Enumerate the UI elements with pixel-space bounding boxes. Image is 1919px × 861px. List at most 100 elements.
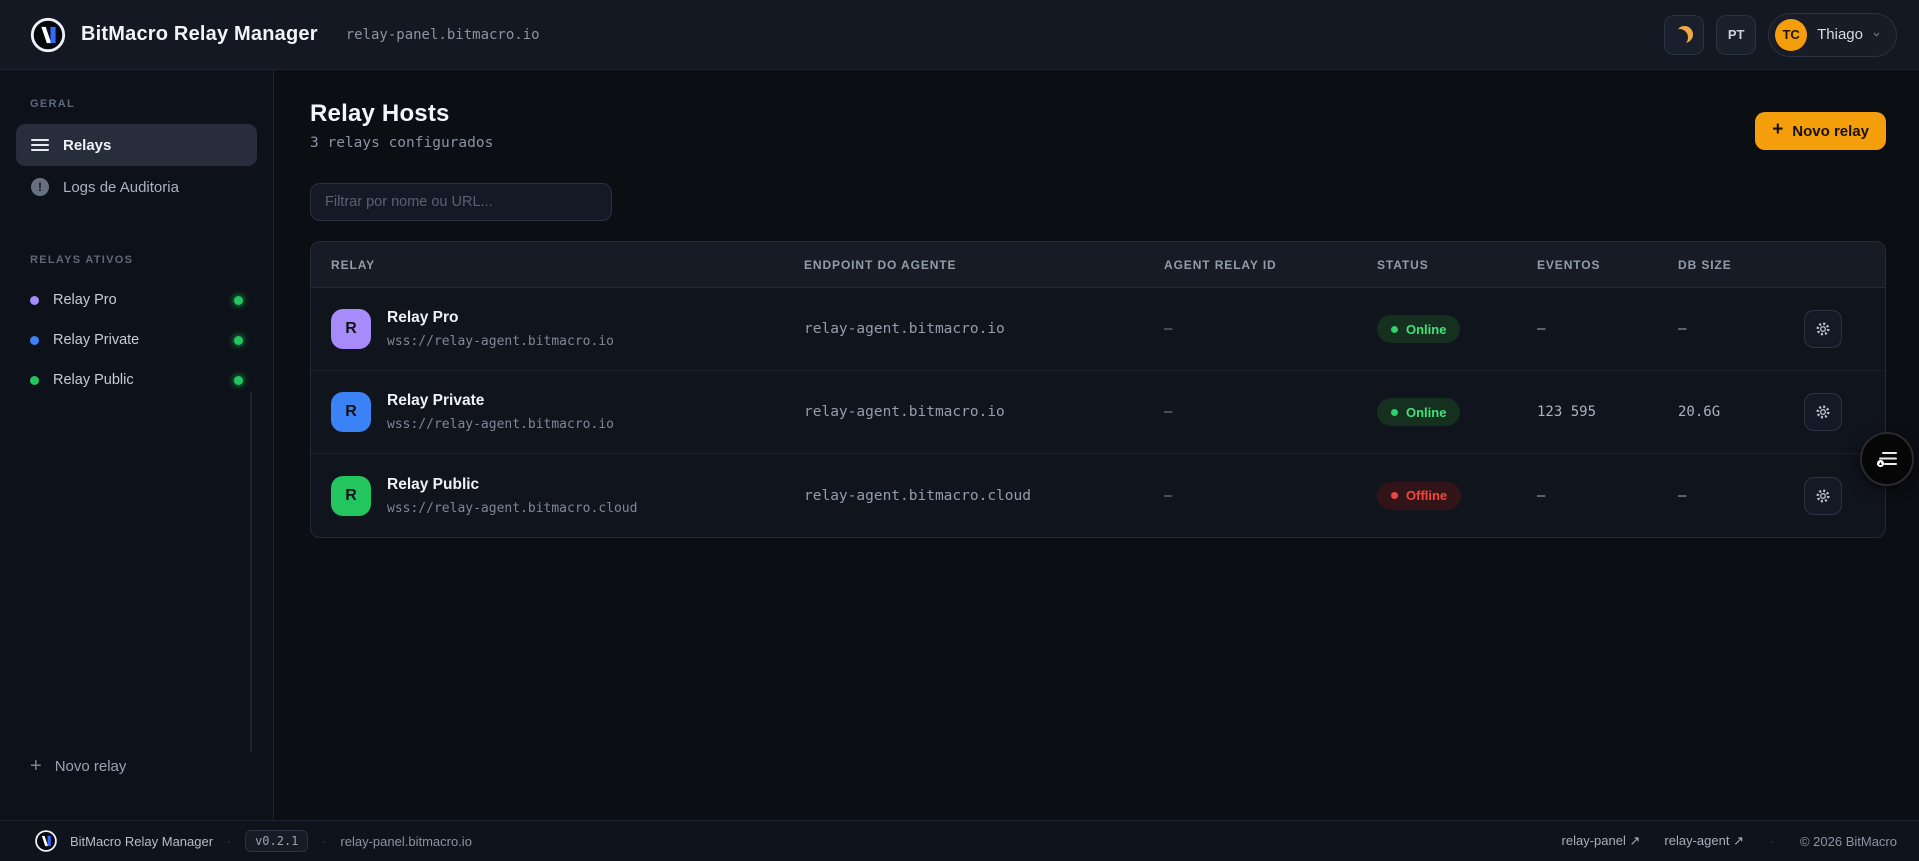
relay-endpoint: relay-agent.bitmacro.cloud — [804, 487, 1031, 504]
relay-status-dot-icon — [234, 335, 243, 345]
column-header-status: STATUS — [1377, 257, 1429, 272]
sidebar-new-relay-button[interactable]: + Novo relay — [0, 756, 273, 820]
agent-relay-id-value: – — [1164, 321, 1173, 337]
user-menu-button[interactable]: TC Thiago — [1768, 12, 1897, 57]
topbar-actions: PT TC Thiago — [1664, 12, 1897, 57]
new-relay-label: Novo relay — [54, 757, 127, 775]
table-row[interactable]: R Relay Public wss://relay-agent.bitmacr… — [311, 454, 1885, 537]
chevron-down-icon — [1873, 30, 1880, 36]
new-relay-button[interactable]: + Novo relay — [1755, 112, 1886, 150]
sidebar-relay-label: Relay Pro — [53, 292, 117, 308]
relay-name: Relay Public — [387, 475, 480, 493]
column-header-relay: RELAY — [331, 257, 376, 272]
floating-widget-button[interactable] — [1860, 432, 1914, 486]
footer-link-relay-agent[interactable]: relay-agent ↗ — [1664, 833, 1744, 849]
gear-icon — [1816, 405, 1830, 419]
new-relay-button-label: Novo relay — [1792, 122, 1869, 140]
sidebar-relay-item[interactable]: Relay Private — [0, 320, 273, 360]
sidebar-relay-item[interactable]: Relay Pro — [0, 280, 273, 320]
sidebar-scrollbar[interactable] — [250, 392, 252, 752]
footer-brand: BitMacro Relay Manager — [70, 833, 214, 849]
sidebar-section-general: GERAL — [30, 98, 75, 110]
table-body: R Relay Pro wss://relay-agent.bitmacro.i… — [311, 288, 1885, 537]
status-dot-icon — [1391, 325, 1398, 333]
relay-settings-button[interactable] — [1804, 310, 1842, 348]
eventos-value: – — [1537, 321, 1546, 337]
separator-dot: · — [1769, 834, 1774, 848]
avatar: TC — [1775, 18, 1808, 51]
relay-settings-button[interactable] — [1804, 476, 1842, 515]
footer-link-relay-panel[interactable]: relay-panel ↗ — [1562, 833, 1641, 849]
page-title: Relay Hosts — [310, 100, 450, 127]
gear-icon — [1816, 322, 1830, 336]
relay-color-dot-icon — [30, 335, 39, 345]
page-subtitle: 3 relays configurados — [310, 135, 494, 151]
bitmacro-logo-icon — [35, 830, 57, 852]
column-header-agent-relay-id: AGENT RELAY ID — [1164, 257, 1277, 272]
sidebar-relay-list: Relay Pro Relay Private Relay Public — [0, 280, 273, 400]
status-badge: Online — [1377, 398, 1461, 426]
column-header-db-size: DB SIZE — [1678, 257, 1732, 272]
user-name: Thiago — [1817, 26, 1863, 43]
relay-settings-button[interactable] — [1804, 393, 1842, 431]
status-badge: Offline — [1377, 481, 1462, 510]
sidebar: GERAL Relays ! Logs de Auditoria RELAYS … — [0, 70, 274, 820]
status-dot-icon — [1391, 492, 1398, 499]
column-header-eventos: EVENTOS — [1537, 257, 1601, 272]
main-content: Relay Hosts 3 relays configurados + Novo… — [274, 70, 1919, 820]
gear-icon — [1816, 488, 1830, 503]
relay-endpoint: relay-agent.bitmacro.io — [804, 404, 1005, 420]
language-button[interactable]: PT — [1716, 14, 1757, 55]
top-bar: BitMacro Relay Manager relay-panel.bitma… — [0, 0, 1919, 70]
relay-name: Relay Private — [387, 392, 485, 409]
theme-toggle-button[interactable] — [1664, 14, 1705, 55]
relay-status-dot-icon — [234, 375, 243, 385]
alert-icon: ! — [31, 178, 49, 196]
eventos-value: 123 595 — [1537, 404, 1597, 420]
sidebar-item-relays[interactable]: Relays — [16, 124, 257, 166]
relay-table: RELAY ENDPOINT DO AGENTE AGENT RELAY ID … — [310, 241, 1886, 538]
brand: BitMacro Relay Manager relay-panel.bitma… — [29, 16, 540, 54]
relay-status-dot-icon — [234, 295, 243, 305]
db-size-value: – — [1678, 487, 1687, 504]
status-label: Offline — [1406, 488, 1448, 503]
app-title: BitMacro Relay Manager — [81, 23, 318, 45]
bitmacro-logo-icon — [30, 17, 66, 52]
relay-endpoint: relay-agent.bitmacro.io — [804, 321, 1005, 337]
status-label: Online — [1406, 321, 1447, 337]
moon-icon — [1676, 26, 1693, 43]
panel-host-text: relay-panel.bitmacro.io — [345, 26, 540, 43]
footer-links: relay-panel ↗ relay-agent ↗ · © 2026 Bit… — [1562, 833, 1897, 849]
version-badge: v0.2.1 — [245, 830, 309, 852]
relay-avatar: R — [331, 309, 371, 349]
sidebar-item-audit-logs[interactable]: ! Logs de Auditoria — [16, 166, 257, 208]
relay-url: wss://relay-agent.bitmacro.cloud — [387, 500, 638, 516]
sidebar-relay-item[interactable]: Relay Public — [0, 360, 273, 400]
relay-name: Relay Pro — [387, 309, 459, 326]
sidebar-item-label: Logs de Auditoria — [63, 178, 179, 196]
relay-avatar: R — [331, 392, 371, 432]
filter-input[interactable] — [310, 183, 612, 221]
copyright-text: © 2026 BitMacro — [1799, 833, 1897, 849]
external-link-icon: ↗ — [1629, 833, 1641, 848]
agent-relay-id-value: – — [1164, 487, 1173, 504]
table-row[interactable]: R Relay Private wss://relay-agent.bitmac… — [311, 371, 1885, 454]
db-size-value: 20.6G — [1678, 404, 1721, 420]
table-row[interactable]: R Relay Pro wss://relay-agent.bitmacro.i… — [311, 288, 1885, 371]
sidebar-item-label: Relays — [63, 136, 112, 154]
plus-icon: + — [30, 755, 42, 777]
status-label: Online — [1406, 404, 1447, 420]
separator-dot: · — [322, 834, 327, 848]
column-header-endpoint: ENDPOINT DO AGENTE — [804, 257, 957, 272]
db-size-value: – — [1678, 321, 1687, 337]
separator-dot: · — [227, 834, 232, 848]
relay-color-dot-icon — [30, 375, 39, 385]
relay-url: wss://relay-agent.bitmacro.io — [387, 334, 614, 349]
relay-url: wss://relay-agent.bitmacro.io — [387, 417, 614, 432]
sidebar-relay-label: Relay Public — [53, 372, 134, 388]
sidebar-relay-label: Relay Private — [53, 332, 140, 348]
relay-color-dot-icon — [30, 295, 39, 305]
status-dot-icon — [1391, 408, 1398, 416]
eventos-value: – — [1537, 487, 1546, 504]
list-droplet-icon — [1876, 452, 1897, 468]
